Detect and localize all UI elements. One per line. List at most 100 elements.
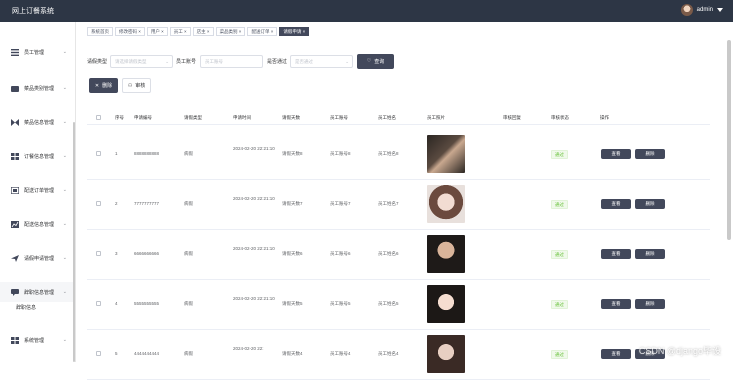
sidebar-item-7[interactable]: 请假申请管理 ⌄: [0, 248, 73, 268]
acct-input[interactable]: 员工账号: [200, 54, 264, 68]
chat-icon: [11, 288, 19, 296]
cell-time: 2024-02-20 22:21:10: [233, 246, 275, 251]
cell-time: 2024-02-20 22:21:10: [233, 196, 275, 201]
user-menu[interactable]: admin: [680, 4, 723, 16]
cell: 员工姓名7: [378, 201, 399, 206]
table-row: 4 5555555555 病假 请假天数5 员工账号5 员工姓名5 2024-02-20 2…: [87, 280, 710, 330]
sidebar-subitem[interactable]: 辞职信息: [16, 304, 36, 311]
employee-photo: [427, 335, 465, 373]
pass-label: 是否通过: [267, 58, 288, 65]
sidebar-item-3[interactable]: 菜品信息管理 ⌄: [0, 112, 73, 132]
cell: 请假天数6: [282, 251, 303, 256]
cell: 3: [115, 251, 118, 256]
review-button[interactable]: ⚇ 审核: [122, 78, 151, 93]
cell: 员工账号6: [330, 251, 351, 256]
chevron-down-icon: ⌄: [165, 58, 170, 64]
employee-photo: [427, 135, 465, 173]
top-bar: 网上订餐系统 admin: [0, 0, 733, 22]
tab-7[interactable]: 配送订单 ×: [247, 27, 278, 36]
cell: 员工账号8: [330, 151, 351, 156]
sidebar-item-label: 请假申请管理: [24, 255, 55, 262]
cell: 1: [115, 151, 118, 156]
cell: 病假: [184, 151, 193, 156]
chevron-down-icon: ⌄: [62, 119, 67, 125]
cell: 8888888888: [134, 151, 160, 156]
row-checkbox[interactable]: [96, 251, 101, 256]
tab-6[interactable]: 菜品类别 ×: [215, 27, 246, 36]
tab-2[interactable]: 修改密码 ×: [115, 27, 145, 36]
cell: 5555555555: [134, 301, 160, 306]
cell: 4444444444: [134, 351, 160, 356]
select-all-checkbox[interactable]: [96, 115, 101, 120]
chevron-down-icon: ⌄: [62, 255, 67, 261]
sidebar-item-8[interactable]: 辞职信息管理 ⌄: [0, 282, 73, 302]
employee-photo: [427, 235, 465, 273]
username: admin: [696, 7, 713, 13]
row-checkbox[interactable]: [96, 351, 101, 356]
chevron-down-icon: ⌄: [345, 58, 350, 64]
sidebar-item-4[interactable]: 订餐信息管理 ⌄: [0, 146, 73, 166]
sidebar-item-9[interactable]: 系统管理 ⌄: [0, 330, 73, 350]
delete-button[interactable]: 删除: [635, 149, 665, 159]
column-header: 员工照片: [427, 115, 445, 120]
send-icon: [11, 254, 19, 262]
app-title: 网上订餐系统: [12, 8, 54, 15]
table-row: 5 4444444444 病假 请假天数4 员工账号4 员工姓名4 2024-02-20 2…: [87, 330, 710, 380]
avatar: [680, 4, 693, 16]
cell: 员工姓名5: [378, 301, 399, 306]
cell: 6666666666: [134, 251, 160, 256]
delete-button[interactable]: 删除: [635, 199, 665, 209]
column-header: 申请编号: [134, 115, 152, 120]
filter-bar: 请假类型 请选择请假类型 ⌄ 员工账号 员工账号 是否通过 是否通过 ⌄ ♡ 查询: [87, 53, 395, 69]
search-button[interactable]: ♡ 查询: [357, 53, 395, 69]
table-row: 1 8888888888 病假 请假天数8 员工账号8 员工姓名8 2024-02-20 2…: [87, 130, 710, 180]
sidebar-item-5[interactable]: 配送订单管理 ⌄: [0, 180, 73, 200]
apps-icon: [11, 336, 19, 344]
chevron-down-icon: ⌄: [62, 221, 67, 227]
cell: 5: [115, 351, 118, 356]
sidebar-item-2[interactable]: 菜品类别管理 ⌄: [0, 78, 73, 98]
table-row: 2 7777777777 病假 请假天数7 员工账号7 员工姓名7 2024-02-20 2…: [87, 180, 710, 230]
column-header: 员工账号: [330, 115, 348, 120]
delete-button[interactable]: 删除: [635, 249, 665, 259]
tab-3[interactable]: 用户 ×: [146, 27, 168, 36]
row-checkbox[interactable]: [96, 151, 101, 156]
delete-button[interactable]: 删除: [635, 299, 665, 309]
row-checkbox[interactable]: [96, 201, 101, 206]
tab-5[interactable]: 店主 ×: [192, 27, 214, 36]
cell: 请假天数8: [282, 151, 303, 156]
type-select[interactable]: 请选择请假类型 ⌄: [110, 54, 174, 68]
cell: 病假: [184, 251, 193, 256]
sidebar-item-label: 配送订单管理: [24, 187, 55, 194]
view-button[interactable]: 查看: [601, 199, 631, 209]
sidebar-item-6[interactable]: 配送信息管理 ⌄: [0, 214, 73, 234]
view-button[interactable]: 查看: [601, 249, 631, 259]
chevron-down-icon: ⌄: [62, 85, 67, 91]
sidebar-scrollbar[interactable]: [73, 122, 75, 362]
column-header: 序号: [115, 115, 124, 120]
batch-delete-button[interactable]: ✕ 删除: [89, 78, 118, 93]
chevron-down-icon: ⌄: [62, 289, 67, 295]
column-header: 申请时间: [233, 115, 251, 120]
tab-4[interactable]: 员工 ×: [169, 27, 191, 36]
cell: 员工账号5: [330, 301, 351, 306]
column-header: 请假类型: [184, 115, 202, 120]
page-scrollbar[interactable]: [727, 40, 731, 240]
tab-1[interactable]: 系统首页: [87, 27, 113, 36]
cell: 员工账号7: [330, 201, 351, 206]
chevron-down-icon: ⌄: [62, 187, 67, 193]
column-header: 操作: [600, 115, 609, 120]
view-button[interactable]: 查看: [601, 149, 631, 159]
table-header: 序号 申请编号 请假类型 申请时间 请假天数 员工账号 员工姓名 员工照片 审核回复 审核状态 操作: [87, 111, 710, 125]
row-checkbox[interactable]: [96, 301, 101, 306]
sidebar-item-1[interactable]: 员工管理 ⌄: [0, 42, 73, 62]
view-button[interactable]: 查看: [601, 349, 631, 359]
tab-8[interactable]: 请假申请 ×: [279, 27, 310, 36]
view-button[interactable]: 查看: [601, 299, 631, 309]
dish-icon: [11, 118, 19, 126]
cell-time: 2024-02-20 22:: [233, 346, 264, 351]
chevron-down-icon: ⌄: [62, 49, 67, 55]
pass-select[interactable]: 是否通过 ⌄: [290, 54, 354, 68]
chevron-down-icon: ⌄: [62, 153, 67, 159]
cell: 请假天数4: [282, 351, 303, 356]
